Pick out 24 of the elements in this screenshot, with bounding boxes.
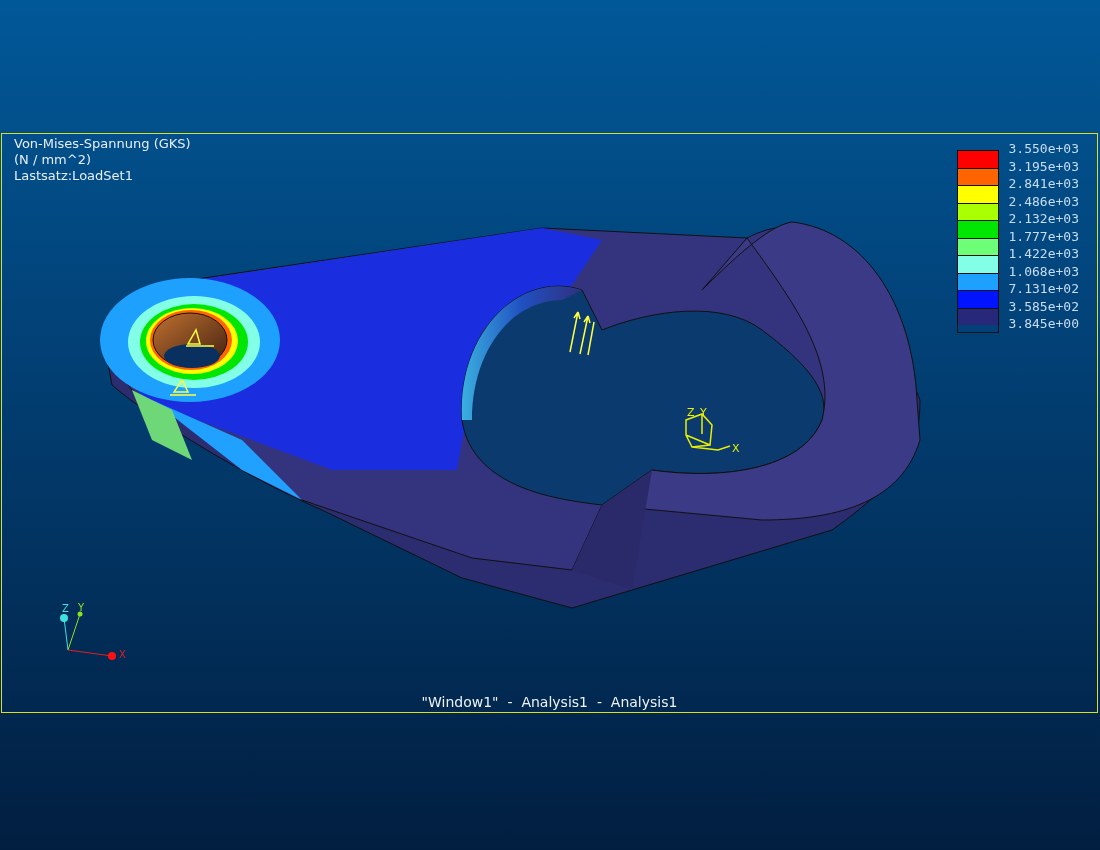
axis-label: X	[119, 649, 126, 660]
legend-value: 2.841e+03	[1008, 175, 1079, 193]
legend-value: 3.195e+03	[1008, 157, 1079, 175]
axis-label: X	[732, 442, 740, 455]
load-arrow-icon	[569, 311, 595, 356]
legend-value: 1.777e+03	[1008, 227, 1079, 245]
legend-value: 3.550e+03	[1008, 140, 1079, 158]
axis-triad-icon	[60, 611, 116, 660]
legend-value: 3.845e+00	[1008, 315, 1079, 333]
legend-value: 2.132e+03	[1008, 210, 1079, 228]
axis-label: Z	[62, 603, 69, 614]
legend-value: 1.422e+03	[1008, 245, 1079, 263]
legend-value: 1.068e+03	[1008, 262, 1079, 280]
plot-title: Lastsatz:LoadSet1	[14, 168, 134, 184]
plot-title: Von-Mises-Spannung (GKS)	[14, 136, 191, 152]
axis-label: Z	[687, 406, 695, 419]
window-caption: "Window1" - Analysis1 - Analysis1	[421, 694, 678, 710]
legend-value: 2.486e+03	[1008, 192, 1079, 210]
axis-label: Y	[78, 602, 85, 613]
legend-value: 7.131e+02	[1008, 280, 1079, 298]
constraint-icon	[169, 379, 197, 396]
legend-value: 3.585e+02	[1008, 297, 1079, 315]
constraint-icon	[185, 329, 215, 347]
plot-title: (N / mm^2)	[14, 152, 92, 168]
